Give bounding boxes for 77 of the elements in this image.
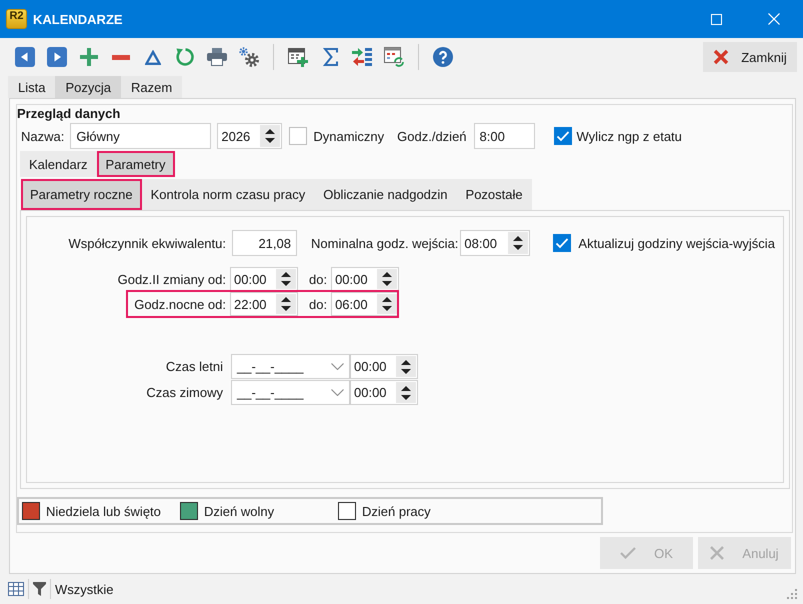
tab[interactable]: Kontrola norm czasu pracy (142, 179, 314, 210)
chevron-down-icon (331, 363, 344, 370)
close-button[interactable]: Zamknij (703, 42, 797, 72)
filter-icon[interactable] (33, 582, 46, 596)
app-logo: R2 (6, 9, 27, 29)
tab[interactable]: Obliczanie nadgodzin (314, 179, 457, 210)
field-label: Czas zimowy (146, 385, 223, 400)
arrow-right-square-icon[interactable] (47, 47, 67, 67)
year-spinner[interactable]: 2026 (217, 123, 282, 149)
checkbox[interactable] (289, 127, 308, 145)
time-spinner[interactable]: 22:00 (230, 292, 298, 316)
date-combo[interactable]: __-__-____ (231, 354, 350, 379)
time-spinner[interactable]: 00:00 (350, 380, 418, 405)
check-icon (620, 547, 636, 559)
number-field[interactable]: 21,08 (232, 230, 297, 256)
cross-icon (710, 546, 724, 560)
transfer-arrows-icon[interactable] (352, 47, 372, 67)
checkbox-label: Aktualizuj godziny wejścia-wyjścia (578, 236, 775, 250)
spin-arrows-icon (513, 236, 524, 250)
time-spinner[interactable]: 00:00 (230, 267, 298, 291)
section-title: Przegląd danych (17, 106, 120, 122)
spin-arrows-icon (382, 297, 392, 311)
minus-icon[interactable] (112, 54, 130, 60)
refresh-icon[interactable] (175, 47, 195, 67)
gears-icon[interactable] (239, 47, 259, 67)
field-label: Godz.II zmiany od: (118, 272, 226, 286)
tab[interactable]: Pozostałe (456, 179, 532, 210)
time-spinner[interactable]: 00:00 (350, 354, 418, 379)
time-spinner[interactable]: 08:00 (460, 230, 530, 256)
calendar-refresh-icon[interactable] (384, 47, 404, 67)
resize-grip-icon (787, 589, 797, 599)
plus-icon[interactable] (80, 48, 98, 66)
date-combo[interactable]: __-__-____ (231, 380, 350, 405)
spin-arrows-icon (401, 386, 411, 400)
spin-arrows-icon (281, 272, 291, 286)
calendar-plus-icon[interactable] (288, 47, 308, 67)
time-spinner[interactable]: 06:00 (331, 292, 400, 316)
filter-status: Wszystkie (55, 582, 114, 596)
printer-icon[interactable] (207, 48, 227, 66)
tab[interactable]: Razem (121, 76, 182, 98)
close-icon[interactable] (768, 13, 780, 25)
legend-label: Dzień wolny (204, 504, 274, 518)
name-field[interactable]: Główny (70, 123, 212, 149)
field-label: do: (309, 272, 328, 286)
spin-arrows-icon (382, 272, 392, 286)
spin-arrows-icon (265, 129, 276, 143)
field-label: Nazwa: (21, 128, 64, 144)
sigma-icon[interactable] (322, 48, 338, 66)
tab[interactable]: Lista (8, 76, 56, 98)
tab[interactable]: Kalendarz (20, 151, 97, 177)
field-label: Godz./dzień (397, 128, 467, 144)
help-icon[interactable] (433, 47, 453, 67)
checkbox-label: Wylicz ngp z etatu (576, 128, 682, 144)
maximize-icon[interactable] (710, 14, 722, 24)
field-label: do: (309, 296, 328, 312)
chevron-down-icon (331, 389, 344, 396)
triangle-icon[interactable] (145, 50, 161, 64)
checkbox[interactable] (553, 234, 572, 252)
time-spinner[interactable]: 00:00 (331, 267, 400, 291)
legend-label: Dzień pracy (362, 504, 431, 518)
window-title: KALENDARZE (33, 12, 123, 26)
spin-arrows-icon (401, 360, 411, 374)
checkbox[interactable] (554, 127, 572, 145)
arrow-left-square-icon[interactable] (15, 47, 35, 67)
checkbox-label: Dynamiczny (313, 128, 384, 144)
tab[interactable]: Parametry roczne (21, 179, 142, 210)
table-icon[interactable] (8, 582, 24, 596)
legend-label: Niedziela lub święto (46, 504, 161, 518)
cross-icon (713, 49, 730, 65)
field-label: Czas letni (166, 359, 223, 374)
field-label: Godz.nocne od: (134, 296, 226, 312)
field-label: Współczynnik ekwiwalentu: (68, 236, 226, 250)
field-label: Nominalna godz. wejścia: (311, 236, 458, 250)
tab[interactable]: Pozycja (55, 76, 121, 98)
hours-field[interactable]: 8:00 (474, 123, 535, 149)
spin-arrows-icon (281, 297, 291, 311)
tab[interactable]: Parametry (96, 151, 175, 177)
